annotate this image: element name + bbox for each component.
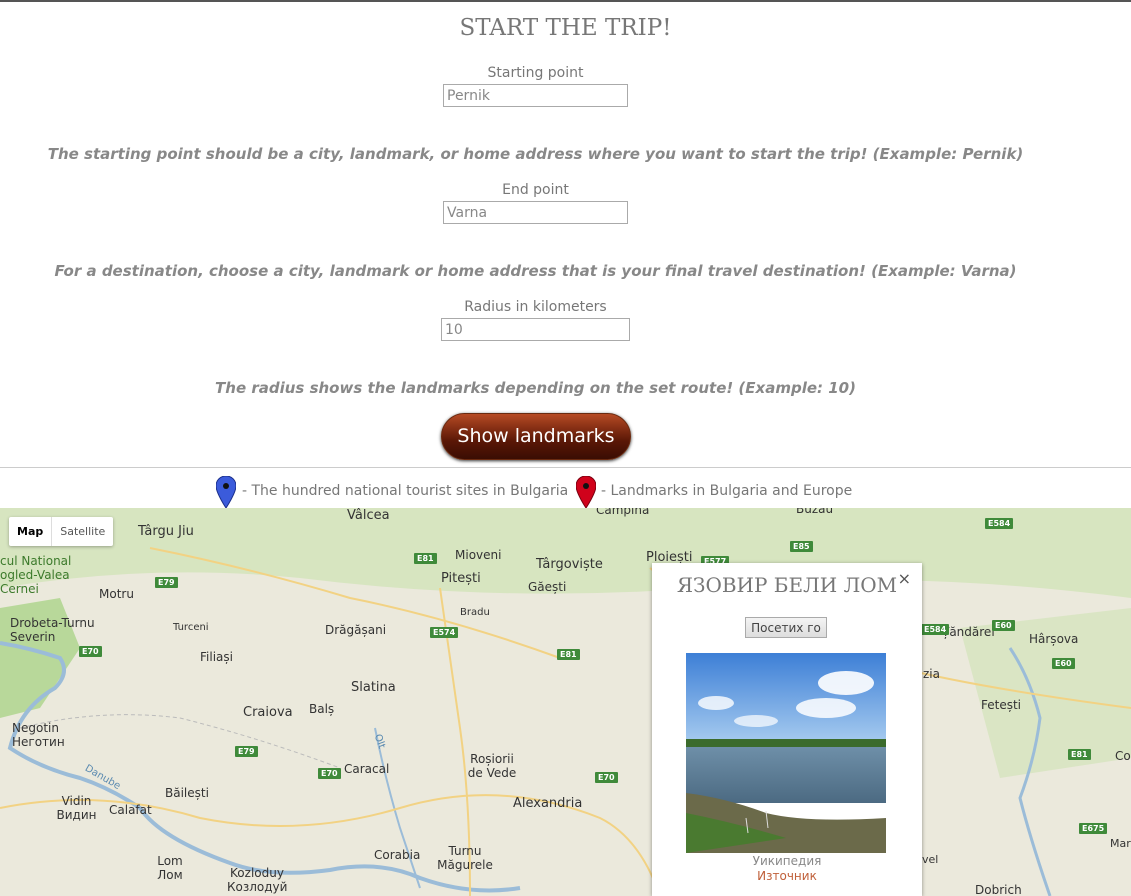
info-window-title: ЯЗОВИР БЕЛИ ЛОМ [676, 573, 898, 597]
map-place: Mioveni [455, 548, 502, 562]
road-shield: E79 [235, 746, 258, 757]
road-shield: E60 [1052, 658, 1075, 669]
road-shield: E81 [557, 649, 580, 660]
start-label: Starting point [487, 65, 584, 81]
map-place: cul National ogled-Valea Cernei [0, 554, 72, 596]
radius-input[interactable] [441, 318, 630, 341]
map-place: Corabia [374, 848, 421, 862]
map-place: Kozloduy Козлодуй [227, 866, 288, 894]
road-shield: E81 [414, 553, 437, 564]
map-place: Țăndărei [942, 625, 995, 639]
radius-label: Radius in kilometers [464, 299, 607, 315]
blue-pin-icon [216, 476, 236, 508]
map-place: Târgoviște [536, 557, 603, 572]
map-place: Drobeta-Turnu Severin [10, 616, 95, 644]
close-icon[interactable]: × [898, 569, 911, 588]
map-place: Buzău [796, 508, 834, 516]
start-input[interactable] [443, 84, 628, 107]
map-place: Caracal [344, 762, 390, 776]
map-place: Dobrich [975, 883, 1022, 896]
road-shield: E70 [595, 772, 618, 783]
map-place: Găești [528, 580, 567, 594]
map-place: Roșiorii de Vede [467, 752, 517, 780]
map-place: Drăgășani [325, 623, 387, 637]
road-shield: E81 [1068, 749, 1091, 760]
map-type-control: Map Satellite [9, 517, 114, 546]
map-place: Slatina [351, 680, 396, 695]
source-link[interactable]: Източник [652, 869, 922, 883]
road-shield: E79 [155, 577, 178, 588]
road-shield: E70 [79, 646, 102, 657]
map-place: Târgu Jiu [138, 524, 194, 539]
map-place: Fetești [981, 698, 1022, 712]
end-input[interactable] [443, 201, 628, 224]
radius-hint: The radius shows the landmarks depending… [215, 379, 856, 397]
road-shield: E584 [985, 518, 1014, 529]
map-place: Pitești [441, 571, 481, 586]
road-shield: E60 [992, 620, 1015, 631]
map-place: Vâlcea [347, 508, 390, 523]
map-type-map-button[interactable]: Map [9, 517, 53, 546]
map-place: Negotin Неготин [12, 721, 65, 749]
map-place: Mar [1110, 837, 1131, 850]
end-hint: For a destination, choose a city, landma… [54, 262, 1017, 280]
map-place: Băilești [165, 786, 209, 800]
road-shield: E70 [318, 768, 341, 779]
map-place: Craiova [243, 705, 293, 720]
map-place: Vidin Видин [56, 794, 97, 822]
map-place: Turceni [173, 622, 209, 633]
road-shield: E574 [430, 627, 459, 638]
show-landmarks-button[interactable]: Show landmarks [441, 413, 631, 460]
map-place: Bradu [460, 607, 490, 618]
divider [0, 467, 1131, 468]
map-place: Hârșova [1029, 632, 1079, 646]
road-shield: E675 [1079, 823, 1108, 834]
map-place: Motru [99, 587, 134, 601]
source-wikipedia: Уикипедия [752, 854, 822, 868]
start-hint: The starting point should be a city, lan… [47, 145, 1024, 163]
legend-red-text: - Landmarks in Bulgaria and Europe [601, 483, 853, 499]
map-place: Alexandria [513, 796, 583, 811]
map-place: Calafat [109, 803, 152, 817]
map-place: Filiași [200, 650, 233, 664]
red-pin-icon [576, 476, 596, 508]
landmark-photo [686, 653, 886, 853]
map-place: zia [923, 667, 940, 681]
page-title: START THE TRIP! [459, 15, 672, 41]
visited-button[interactable]: Посетих го [745, 617, 827, 638]
map-place: vel [922, 853, 939, 866]
road-shield: E584 [921, 624, 950, 635]
map-place: Balș [309, 702, 335, 716]
map-place: Turnu Măgurele [437, 844, 493, 872]
end-label: End point [502, 182, 569, 198]
map-place: Câmpina [596, 508, 650, 517]
top-border [0, 0, 1131, 2]
map-place: Co [1115, 749, 1131, 763]
map[interactable]: Vâlcea Târgu Jiu Mioveni Pitești Târgovi… [0, 508, 1131, 896]
road-shield: E85 [790, 541, 813, 552]
info-window: ЯЗОВИР БЕЛИ ЛОМ × Посетих го Уикипедия И… [652, 563, 922, 896]
legend-blue-text: - The hundred national tourist sites in … [242, 483, 569, 499]
map-type-satellite-button[interactable]: Satellite [52, 517, 113, 546]
map-place: Lom Лом [157, 854, 183, 882]
